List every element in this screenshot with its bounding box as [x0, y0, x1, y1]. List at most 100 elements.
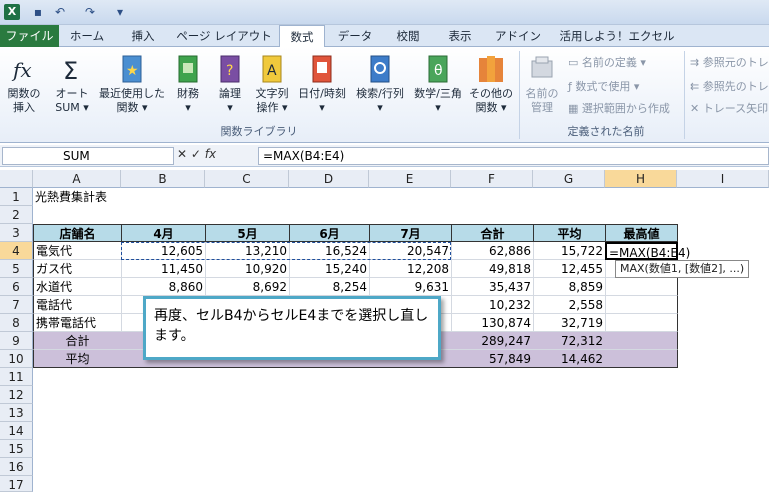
fx-icon[interactable]: fx	[205, 147, 216, 161]
row-header[interactable]: 5	[0, 260, 33, 278]
column-header[interactable]: B	[121, 170, 205, 188]
column-header[interactable]: F	[451, 170, 533, 188]
undo-icon[interactable]: ↶	[52, 4, 68, 20]
column-header[interactable]: A	[33, 170, 121, 188]
table-cell[interactable]: 15,240	[289, 260, 370, 278]
table-cell[interactable]: 62,886	[451, 242, 534, 260]
column-header[interactable]: D	[289, 170, 369, 188]
table-cell[interactable]	[605, 314, 678, 332]
insert-function-button[interactable]: fx 関数の 挿入	[4, 53, 44, 115]
table-cell[interactable]	[605, 278, 678, 296]
excel-logo-icon[interactable]: X	[4, 4, 20, 20]
autosum-button[interactable]: Σ オート SUM ▾	[52, 53, 92, 115]
table-cell[interactable]: 10,232	[451, 296, 534, 314]
header-cell[interactable]: 合計	[451, 224, 534, 242]
tab-katsuyo-excel[interactable]: 活用しよう！エクセル	[556, 25, 678, 47]
more-functions-button[interactable]: その他の 関数 ▾	[468, 53, 514, 115]
table-cell[interactable]: 9,631	[369, 278, 452, 296]
table-cell[interactable]: 12,455	[533, 260, 606, 278]
column-header[interactable]: I	[677, 170, 769, 188]
enter-icon[interactable]: ✓	[191, 147, 201, 161]
row-header[interactable]: 3	[0, 224, 33, 242]
row-header[interactable]: 17	[0, 476, 33, 492]
header-cell[interactable]: 店舗名	[33, 224, 122, 242]
row-header[interactable]: 16	[0, 458, 33, 476]
table-cell[interactable]: 49,818	[451, 260, 534, 278]
row-header[interactable]: 12	[0, 386, 33, 404]
table-cell[interactable]: 携帯電話代	[33, 314, 122, 332]
table-cell[interactable]: 8,859	[533, 278, 606, 296]
table-cell[interactable]: 平均	[33, 350, 122, 368]
trace-dependents-button[interactable]: ⇇ 参照先のトレ	[690, 80, 769, 94]
row-header[interactable]: 11	[0, 368, 33, 386]
column-header[interactable]: C	[205, 170, 289, 188]
row-header[interactable]: 8	[0, 314, 33, 332]
column-header[interactable]: H	[605, 170, 677, 188]
table-cell[interactable]: 10,920	[205, 260, 290, 278]
row-header[interactable]: 7	[0, 296, 33, 314]
tab-addins[interactable]: アドイン	[490, 25, 546, 47]
header-cell[interactable]: 最高値	[605, 224, 678, 242]
row-header[interactable]: 10	[0, 350, 33, 368]
tab-review[interactable]: 校閲	[386, 25, 430, 47]
table-cell[interactable]: ガス代	[33, 260, 122, 278]
formula-input[interactable]: =MAX(B4:E4)	[258, 147, 769, 165]
table-cell[interactable]: 15,722	[533, 242, 606, 260]
header-cell[interactable]: 7月	[369, 224, 452, 242]
trace-precedents-button[interactable]: ⇉ 参照元のトレ	[690, 56, 769, 70]
table-cell[interactable]: 289,247	[451, 332, 534, 350]
name-manager-button[interactable]: 名前の 管理	[522, 53, 562, 115]
tab-home[interactable]: ホーム	[66, 25, 108, 47]
table-cell[interactable]: 8,692	[205, 278, 290, 296]
table-cell[interactable]	[605, 332, 678, 350]
table-cell[interactable]: 57,849	[451, 350, 534, 368]
financial-button[interactable]: 財務 ▾	[172, 53, 204, 115]
header-cell[interactable]: 5月	[205, 224, 290, 242]
create-from-selection-button[interactable]: ▦ 選択範囲から作成	[568, 102, 670, 116]
row-header[interactable]: 15	[0, 440, 33, 458]
customize-icon[interactable]: ▾	[112, 4, 128, 20]
row-header[interactable]: 14	[0, 422, 33, 440]
define-name-button[interactable]: ▭ 名前の定義 ▾	[568, 56, 646, 70]
header-cell[interactable]: 平均	[533, 224, 606, 242]
use-in-formula-button[interactable]: ƒ 数式で使用 ▾	[568, 80, 639, 94]
table-cell[interactable]: 8,860	[121, 278, 206, 296]
table-cell[interactable]: 電話代	[33, 296, 122, 314]
column-header[interactable]: E	[369, 170, 451, 188]
table-cell[interactable]: 8,254	[289, 278, 370, 296]
table-cell[interactable]: 電気代	[33, 242, 122, 260]
tab-view[interactable]: 表示	[438, 25, 482, 47]
table-cell[interactable]: 12,208	[369, 260, 452, 278]
name-box[interactable]: SUM	[2, 147, 174, 165]
row-header[interactable]: 4	[0, 242, 33, 260]
table-cell[interactable]: 水道代	[33, 278, 122, 296]
tab-data[interactable]: データ	[333, 25, 377, 47]
save-icon[interactable]: ▪	[30, 4, 46, 20]
text-button[interactable]: A 文字列 操作 ▾	[252, 53, 292, 115]
row-header[interactable]: 6	[0, 278, 33, 296]
table-cell[interactable]: 130,874	[451, 314, 534, 332]
redo-icon[interactable]: ↷	[82, 4, 98, 20]
sheet-title-cell[interactable]: 光熱費集計表	[33, 188, 213, 206]
table-cell[interactable]	[605, 350, 678, 368]
tab-formulas[interactable]: 数式	[279, 25, 325, 48]
table-cell[interactable]: 11,450	[121, 260, 206, 278]
table-cell[interactable]	[605, 296, 678, 314]
header-cell[interactable]: 4月	[121, 224, 206, 242]
table-cell[interactable]: 35,437	[451, 278, 534, 296]
row-header[interactable]: 9	[0, 332, 33, 350]
lookup-button[interactable]: 検索/行列 ▾	[352, 53, 408, 115]
datetime-button[interactable]: 日付/時刻 ▾	[296, 53, 348, 115]
logical-button[interactable]: ? 論理 ▾	[214, 53, 246, 115]
select-all-corner[interactable]	[0, 170, 33, 188]
table-cell[interactable]: 72,312	[533, 332, 606, 350]
header-cell[interactable]: 6月	[289, 224, 370, 242]
tab-page-layout[interactable]: ページ レイアウト	[176, 25, 272, 47]
row-header[interactable]: 1	[0, 188, 33, 206]
cancel-icon[interactable]: ✕	[177, 147, 187, 161]
row-header[interactable]: 2	[0, 206, 33, 224]
recently-used-button[interactable]: ★ 最近使用した 関数 ▾	[96, 53, 168, 115]
math-trig-button[interactable]: θ 数学/三角 ▾	[410, 53, 466, 115]
table-cell[interactable]: =MAX(B4:E4)	[605, 242, 690, 260]
row-header[interactable]: 13	[0, 404, 33, 422]
